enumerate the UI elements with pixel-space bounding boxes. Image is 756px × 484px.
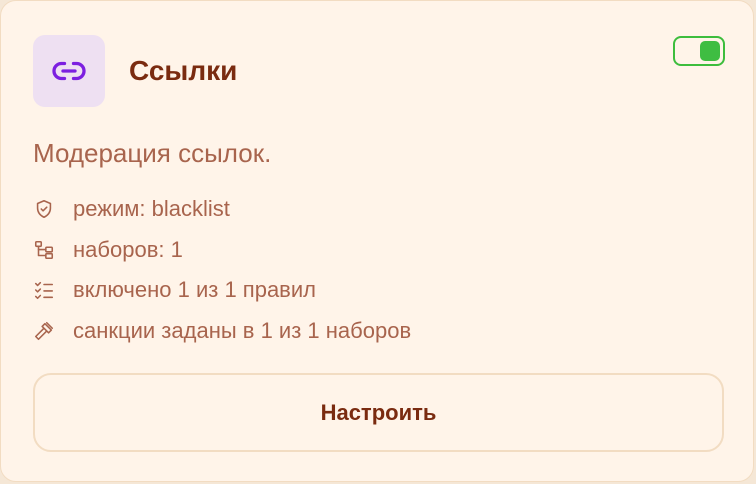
module-icon-tile — [33, 35, 105, 107]
info-text: наборов: 1 — [73, 236, 183, 262]
module-info-list: режим: blacklist наборов: 1 включено 1 и… — [33, 193, 411, 355]
info-text: режим: blacklist — [73, 196, 230, 221]
info-text: включено 1 из 1 правил — [73, 277, 316, 302]
module-card: Ссылки Модерация ссылок. режим: blacklis… — [0, 0, 754, 482]
info-text: санкции заданы в 1 из 1 наборов — [73, 317, 412, 343]
link-icon — [52, 61, 86, 81]
info-item-mode: режим: blacklist — [33, 193, 411, 234]
checklist-icon — [34, 281, 54, 300]
toggle-knob — [700, 41, 720, 61]
info-item-sanctions: санкции заданы в 1 из 1 наборов — [33, 315, 411, 356]
tree-icon — [34, 240, 54, 259]
module-title: Ссылки — [129, 55, 238, 86]
configure-button[interactable]: Настроить — [33, 373, 724, 452]
info-item-rules: включено 1 из 1 правил — [33, 274, 411, 315]
gavel-icon — [34, 321, 54, 340]
info-item-sets: наборов: 1 — [33, 234, 411, 275]
shield-icon — [36, 199, 52, 219]
module-description: Модерация ссылок. — [33, 138, 272, 168]
module-enabled-toggle[interactable] — [673, 36, 725, 66]
